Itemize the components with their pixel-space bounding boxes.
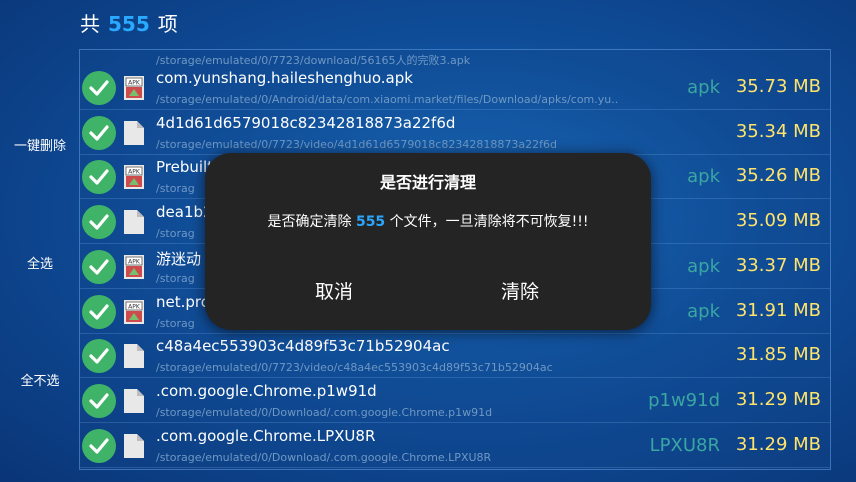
dialog-message: 是否确定清除 555 个文件，一旦清除将不可恢复!!!	[205, 211, 651, 231]
file-extension: apk	[687, 166, 720, 188]
generic-file-icon	[124, 388, 144, 413]
file-row[interactable]: .com.google.Chrome.p1w91d/storage/emulat…	[80, 378, 830, 423]
generic-file-icon	[124, 120, 144, 145]
file-size: 35.34 MB	[735, 120, 821, 142]
svg-text:APK: APK	[128, 80, 141, 87]
selected-check-icon[interactable]	[82, 339, 116, 374]
dialog-message-before: 是否确定清除	[267, 214, 356, 230]
generic-file-icon	[124, 344, 144, 369]
file-size: 31.91 MB	[735, 299, 821, 321]
file-row[interactable]: 4d1d61d6579018c82342818873a22f6d/storage…	[80, 110, 830, 155]
apk-file-icon: APK	[124, 76, 144, 100]
file-size: 31.29 MB	[735, 433, 821, 455]
selected-check-icon[interactable]	[82, 115, 116, 150]
selected-check-icon[interactable]	[82, 160, 116, 195]
file-size: 35.09 MB	[735, 210, 821, 232]
file-size: 35.26 MB	[735, 165, 821, 187]
file-size: 33.37 MB	[735, 254, 821, 276]
file-path: /storage/emulated/0/Download/.com.google…	[156, 405, 493, 419]
selected-check-icon[interactable]	[82, 428, 116, 463]
file-name: 4d1d61d6579018c82342818873a22f6d	[156, 113, 456, 132]
apk-file-icon: APK	[124, 299, 144, 324]
file-name: com.yunshang.haileshenghuo.apk	[156, 69, 413, 87]
generic-file-icon	[124, 433, 144, 458]
dialog-title: 是否进行清理	[379, 173, 476, 192]
file-name: 游迷动	[156, 249, 202, 268]
confirm-clean-dialog: 是否进行清理 是否确定清除 555 个文件，一旦清除将不可恢复!!! 取消 清除	[205, 153, 651, 330]
header-prefix: 共	[80, 12, 100, 36]
clear-button[interactable]: 清除	[501, 277, 539, 304]
file-size: 31.85 MB	[735, 344, 821, 366]
apk-file-icon: APK	[124, 254, 144, 279]
file-name: .com.google.Chrome.LPXU8R	[156, 426, 376, 445]
header-suffix: 项	[157, 12, 178, 36]
file-size: 35.73 MB	[735, 76, 821, 97]
file-path: /storage/emulated/0/7723/video/c48a4ec55…	[156, 361, 553, 375]
svg-text:APK: APK	[128, 258, 141, 265]
file-path: /storage/emulated/0/Download/.com.google…	[156, 450, 492, 464]
selected-check-icon[interactable]	[82, 249, 116, 284]
file-path: /storage/emulated/0/7723/video/4d1d61d65…	[156, 137, 557, 151]
file-name: .com.google.Chrome.p1w91d	[156, 381, 377, 400]
generic-file-icon	[124, 210, 144, 235]
file-extension: apk	[687, 255, 720, 277]
select-all-button[interactable]: 全选	[6, 253, 74, 272]
file-row[interactable]: c48a4ec553903c4d89f53c71b52904ac/storage…	[80, 333, 830, 379]
item-count: 555	[108, 12, 150, 36]
apk-file-icon: APK	[124, 165, 144, 190]
file-extension: apk	[687, 77, 720, 98]
file-row[interactable]: .com.google.Chrome.LPXU8R/storage/emulat…	[80, 423, 830, 468]
selected-check-icon[interactable]	[82, 205, 116, 240]
file-size: 31.29 MB	[735, 388, 821, 410]
file-extension: p1w91d	[648, 389, 720, 411]
item-count-header: 共 555 项	[80, 8, 178, 37]
dialog-message-after: 个文件，一旦清除将不可恢复!!!	[385, 214, 589, 230]
delete-all-button[interactable]: 一键删除	[6, 135, 74, 154]
svg-text:APK: APK	[128, 169, 141, 176]
cancel-button[interactable]: 取消	[315, 277, 353, 304]
file-name: net.pro	[156, 292, 210, 311]
file-row[interactable]: APK com.yunshang.haileshenghuo.apk/storag…	[80, 65, 830, 110]
file-path: /storage/emulated/0/Android/data/com.xia…	[156, 93, 619, 106]
file-name: c48a4ec553903c4d89f53c71b52904ac	[156, 337, 450, 356]
svg-text:APK: APK	[128, 303, 141, 310]
selected-check-icon[interactable]	[82, 71, 116, 105]
selected-check-icon[interactable]	[82, 294, 116, 329]
file-extension: LPXU8R	[649, 434, 720, 456]
select-none-button[interactable]: 全不选	[6, 370, 74, 389]
selected-check-icon[interactable]	[82, 383, 116, 418]
file-extension: apk	[687, 300, 720, 322]
dialog-message-count: 555	[355, 214, 386, 230]
